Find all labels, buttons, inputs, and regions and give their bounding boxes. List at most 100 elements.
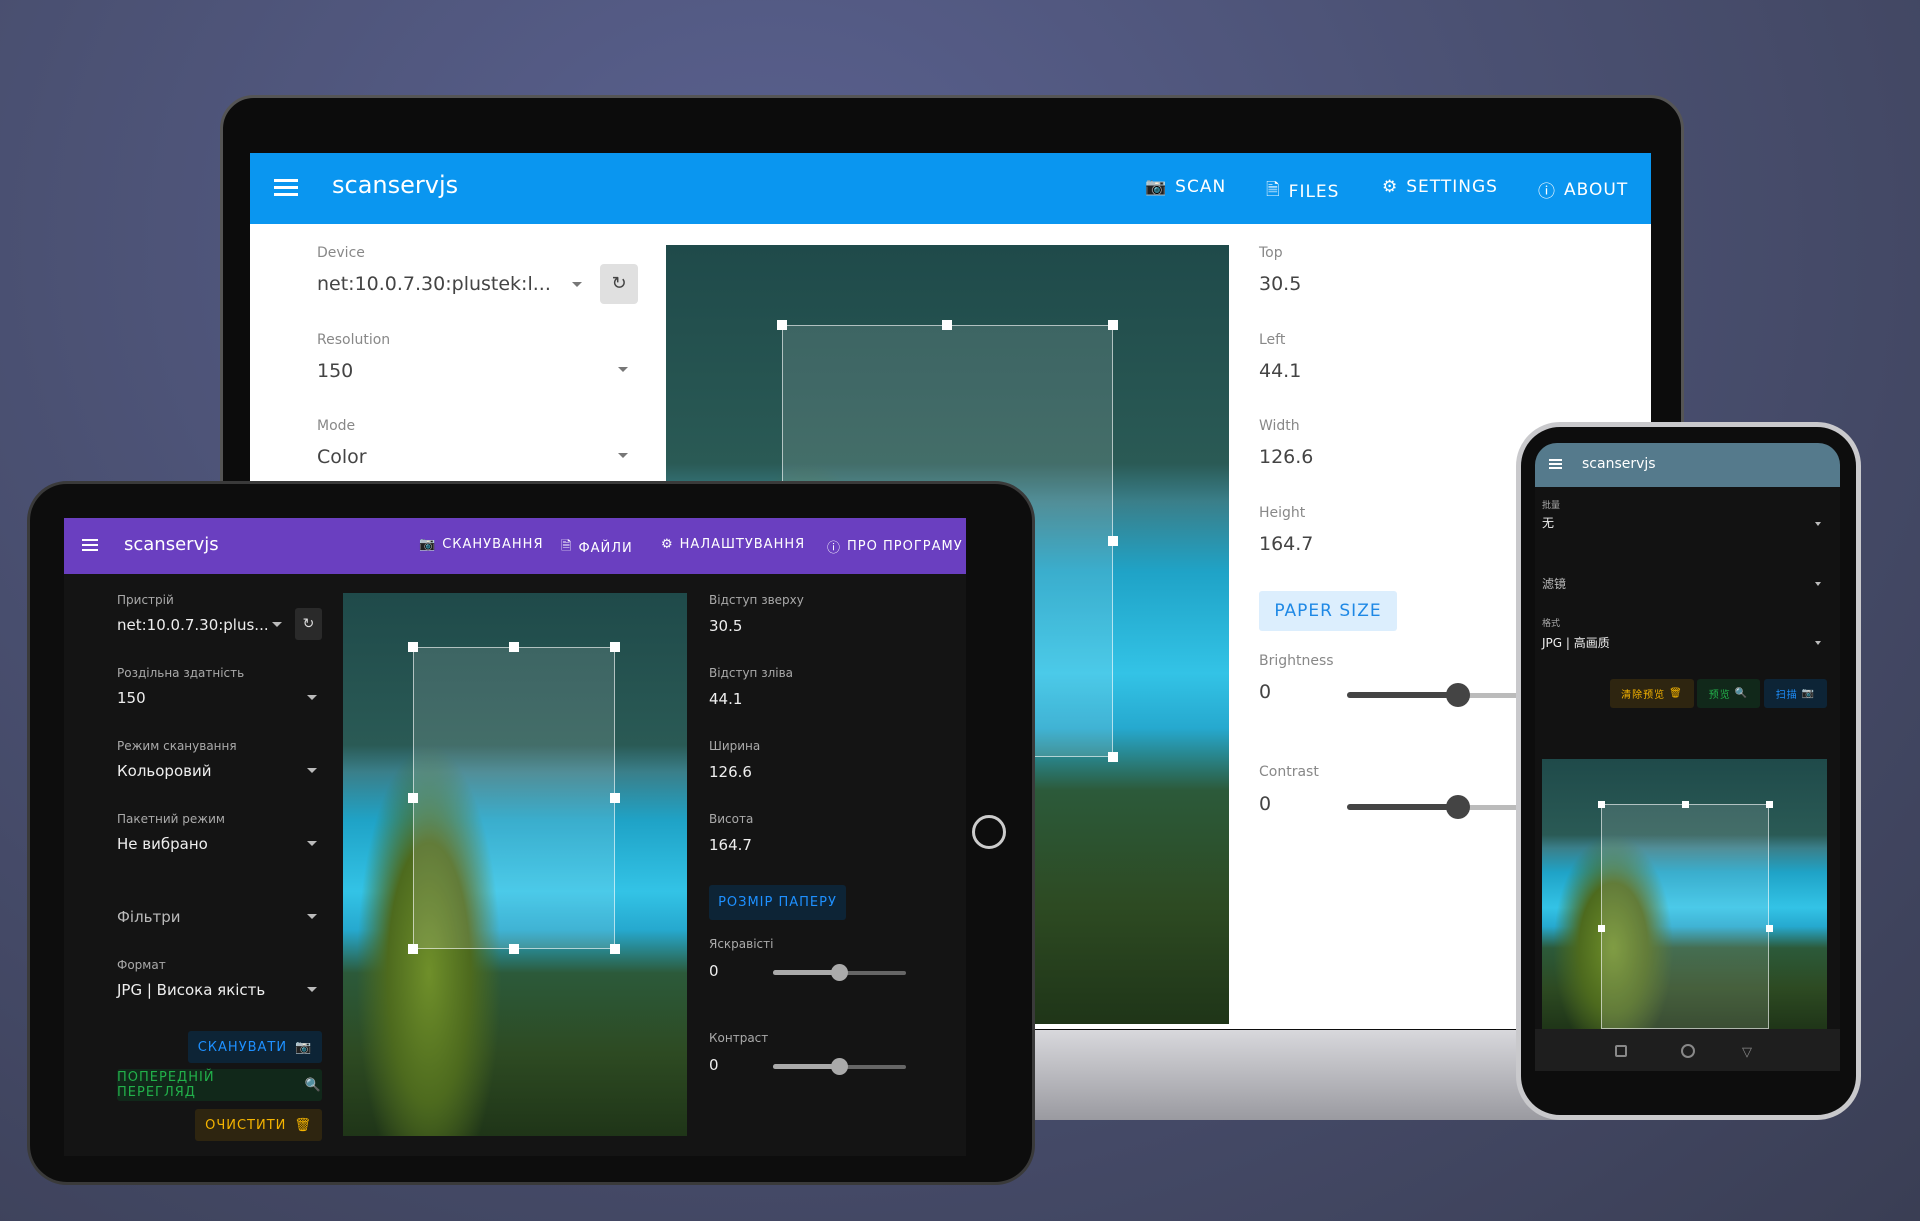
menu-icon[interactable] bbox=[82, 539, 98, 541]
left-input[interactable]: 44.1 bbox=[709, 690, 742, 708]
device-select[interactable]: net:10.0.7.30:plustek:l... bbox=[317, 273, 551, 295]
menu-icon[interactable] bbox=[274, 179, 298, 182]
refresh-button[interactable]: ↻ bbox=[295, 608, 322, 640]
preview-image[interactable] bbox=[1542, 759, 1827, 1029]
contrast-slider-fill bbox=[1347, 804, 1457, 810]
device-select[interactable]: net:10.0.7.30:plus... bbox=[117, 616, 269, 634]
device-label: Device bbox=[317, 245, 365, 261]
mode-select[interactable]: Color bbox=[317, 446, 367, 468]
scan-button[interactable]: 扫描 📷 bbox=[1764, 679, 1827, 708]
app-header: scanservjs 📷 SCAN 🗎 FILES ⚙ SETTINGS ⓘ ABOUT bbox=[250, 153, 1651, 224]
brightness-slider-thumb[interactable] bbox=[1446, 683, 1470, 707]
crop-handle[interactable] bbox=[408, 793, 418, 803]
nav-about[interactable]: ⓘ ПРО ПРОГРАМУ bbox=[827, 537, 963, 556]
crop-handle[interactable] bbox=[942, 320, 952, 330]
width-label: Width bbox=[1259, 418, 1300, 434]
crop-handle[interactable] bbox=[1108, 752, 1118, 762]
format-select[interactable]: JPG | Висока якість bbox=[117, 981, 265, 999]
crop-handle[interactable] bbox=[777, 320, 787, 330]
top-label: Відступ зверху bbox=[709, 593, 804, 607]
nav-about[interactable]: ⓘ ABOUT bbox=[1538, 177, 1628, 203]
crop-handle[interactable] bbox=[1108, 320, 1118, 330]
crop-handle[interactable] bbox=[1766, 801, 1773, 808]
width-input[interactable]: 126.6 bbox=[1259, 446, 1313, 468]
resolution-select[interactable]: 150 bbox=[117, 689, 146, 707]
clear-button[interactable]: ОЧИСТИТИ 🗑 bbox=[195, 1109, 322, 1141]
top-input[interactable]: 30.5 bbox=[1259, 273, 1301, 295]
gear-icon: ⚙ bbox=[1382, 177, 1399, 197]
tablet-screen: scanservjs 📷 СКАНУВАННЯ 🗎 ФАЙЛИ ⚙ НАЛАШТУВА… bbox=[64, 518, 966, 1156]
camera-icon: 📷 bbox=[295, 1039, 313, 1055]
preview-image[interactable] bbox=[343, 593, 687, 1136]
info-icon: ⓘ bbox=[827, 541, 842, 556]
chevron-down-icon bbox=[307, 768, 317, 773]
filters-select[interactable]: Фільтри bbox=[117, 908, 181, 926]
mode-label: Mode bbox=[317, 418, 356, 434]
height-input[interactable]: 164.7 bbox=[709, 836, 752, 854]
width-input[interactable]: 126.6 bbox=[709, 763, 752, 781]
crop-handle[interactable] bbox=[1598, 801, 1605, 808]
crop-handle[interactable] bbox=[1598, 925, 1605, 932]
paper-size-button[interactable]: РОЗМІР ПАПЕРУ bbox=[709, 885, 846, 920]
crop-handle[interactable] bbox=[1766, 925, 1773, 932]
paper-size-button[interactable]: PAPER SIZE bbox=[1259, 591, 1397, 631]
nav-files[interactable]: 🗎 ФАЙЛИ bbox=[561, 537, 633, 559]
triangle-back-icon[interactable]: ▽ bbox=[1742, 1045, 1752, 1060]
height-input[interactable]: 164.7 bbox=[1259, 533, 1313, 555]
trash-icon: 🗑 bbox=[1669, 688, 1683, 699]
crop-handle[interactable] bbox=[610, 944, 620, 954]
crop-handle[interactable] bbox=[509, 642, 519, 652]
preview-button[interactable]: 预览 🔍 bbox=[1697, 679, 1760, 708]
nav-settings[interactable]: ⚙ НАЛАШТУВАННЯ bbox=[661, 537, 805, 552]
top-input[interactable]: 30.5 bbox=[709, 617, 742, 635]
filters-select[interactable]: 滤镜 bbox=[1542, 575, 1566, 592]
brightness-slider-thumb[interactable] bbox=[831, 964, 848, 981]
circle-icon[interactable] bbox=[1681, 1044, 1695, 1058]
refresh-button[interactable]: ↻ bbox=[600, 264, 638, 304]
crop-handle[interactable] bbox=[610, 642, 620, 652]
app-title: scanservjs bbox=[332, 171, 459, 199]
batch-label: 批量 bbox=[1542, 501, 1561, 511]
contrast-slider-thumb[interactable] bbox=[831, 1058, 848, 1075]
brightness-label: Яскравісті bbox=[709, 937, 774, 951]
contrast-slider-thumb[interactable] bbox=[1446, 795, 1470, 819]
phone-screen: scanservjs 批量 无 滤镜 格式 JPG | 高画质 清除预览 🗑 预览… bbox=[1535, 443, 1840, 1071]
menu-icon[interactable] bbox=[1549, 459, 1562, 461]
crop-region[interactable] bbox=[413, 647, 615, 949]
camera-icon: 📷 bbox=[419, 537, 437, 552]
crop-handle[interactable] bbox=[408, 642, 418, 652]
nav-scan[interactable]: 📷 СКАНУВАННЯ bbox=[419, 537, 543, 552]
file-icon: 🗎 bbox=[1266, 180, 1281, 200]
resolution-select[interactable]: 150 bbox=[317, 360, 353, 382]
nav-files[interactable]: 🗎 FILES bbox=[1266, 177, 1339, 206]
brightness-slider-fill bbox=[773, 970, 840, 975]
format-select[interactable]: JPG | 高画质 bbox=[1542, 634, 1610, 651]
chevron-down-icon bbox=[1815, 641, 1821, 645]
batch-select[interactable]: Не вибрано bbox=[117, 835, 208, 853]
brightness-value: 0 bbox=[1259, 681, 1272, 703]
left-input[interactable]: 44.1 bbox=[1259, 360, 1301, 382]
nav-scan[interactable]: 📷 SCAN bbox=[1145, 177, 1226, 197]
contrast-slider-fill bbox=[773, 1064, 840, 1069]
nav-settings[interactable]: ⚙ SETTINGS bbox=[1382, 177, 1498, 197]
app-title: scanservjs bbox=[1582, 456, 1656, 472]
crop-handle[interactable] bbox=[408, 944, 418, 954]
contrast-value: 0 bbox=[1259, 793, 1272, 815]
crop-handle[interactable] bbox=[610, 793, 620, 803]
crop-handle[interactable] bbox=[1682, 801, 1689, 808]
left-label: Відступ зліва bbox=[709, 666, 794, 680]
square-icon[interactable] bbox=[1615, 1045, 1627, 1057]
crop-handle[interactable] bbox=[1108, 536, 1118, 546]
scan-button[interactable]: СКАНУВАТИ 📷 bbox=[188, 1031, 322, 1063]
camera-icon: 📷 bbox=[1145, 177, 1168, 197]
resolution-label: Resolution bbox=[317, 332, 391, 348]
app-header: scanservjs 📷 СКАНУВАННЯ 🗎 ФАЙЛИ ⚙ НАЛАШТУВА… bbox=[64, 518, 966, 574]
batch-select[interactable]: 无 bbox=[1542, 514, 1554, 531]
crop-handle[interactable] bbox=[509, 944, 519, 954]
preview-button[interactable]: ПОПЕРЕДНІЙ ПЕРЕГЛЯД 🔍 bbox=[117, 1069, 322, 1101]
device-label: Пристрій bbox=[117, 593, 174, 607]
clear-preview-button[interactable]: 清除预览 🗑 bbox=[1610, 679, 1694, 708]
crop-region[interactable] bbox=[1601, 804, 1769, 1029]
chevron-down-icon bbox=[307, 987, 317, 992]
mode-select[interactable]: Кольоровий bbox=[117, 762, 211, 780]
